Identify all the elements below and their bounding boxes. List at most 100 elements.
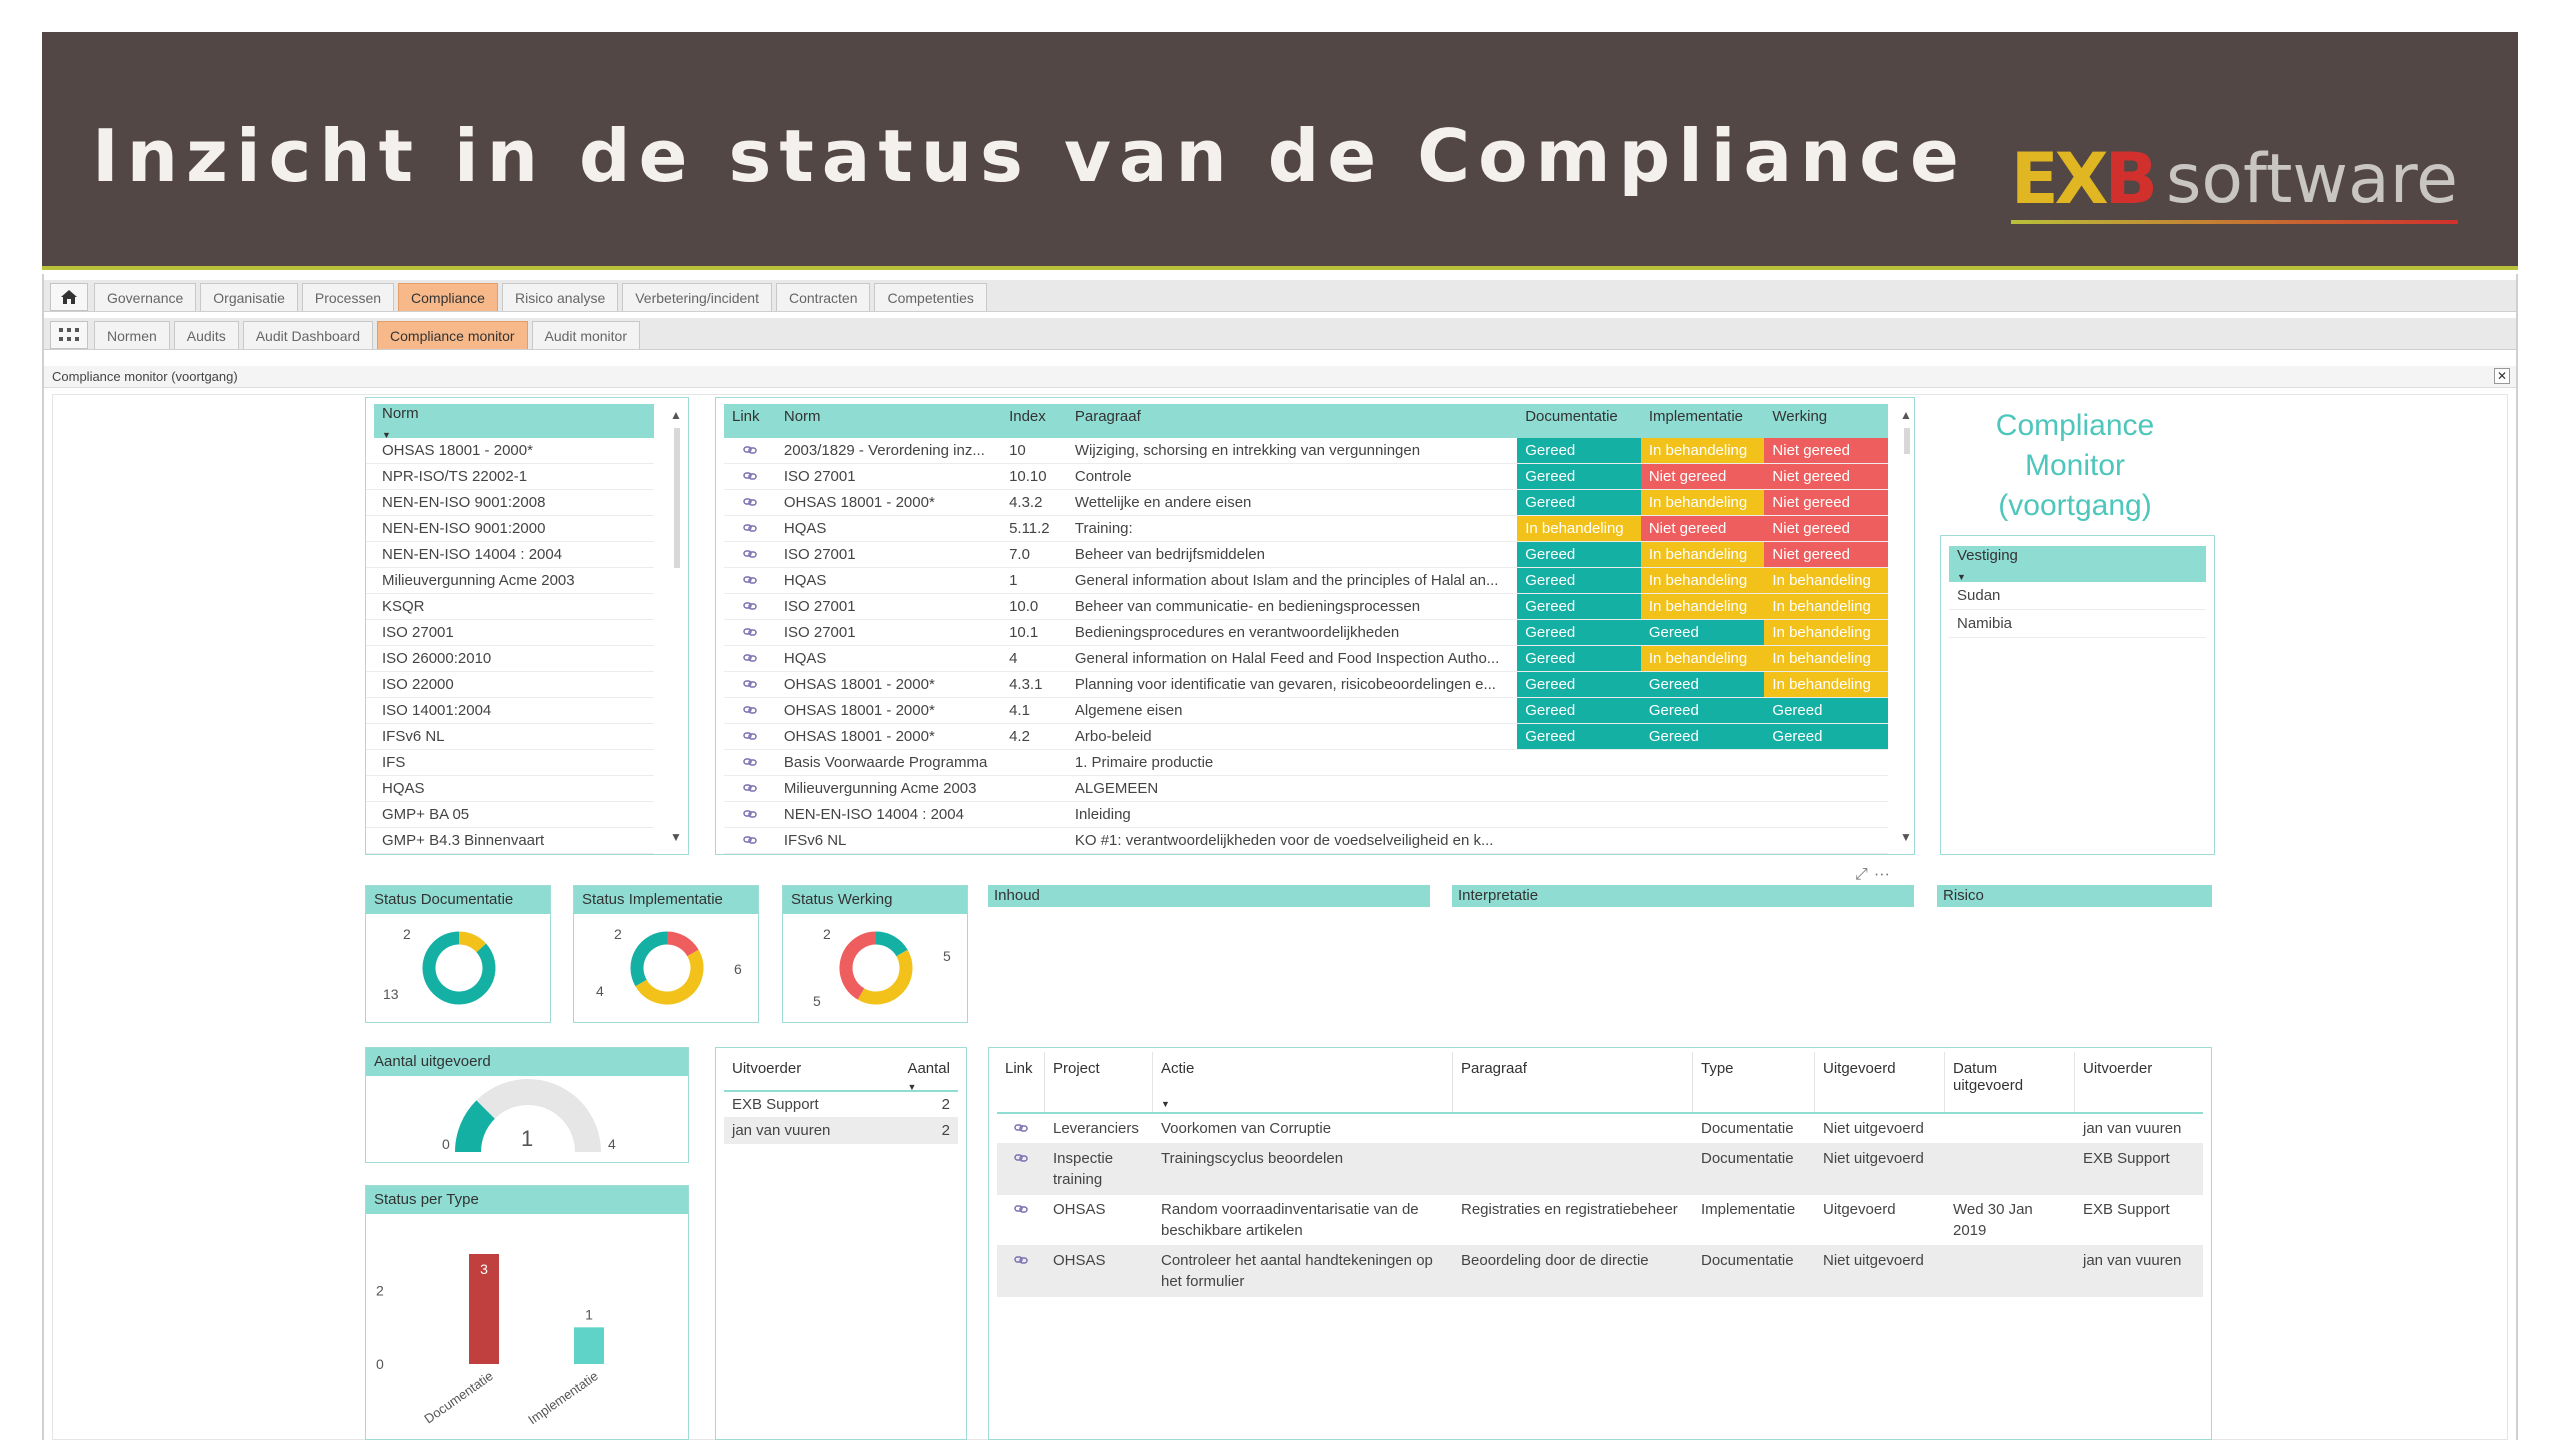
scroll-up-icon[interactable]: ▲ (670, 408, 682, 422)
scroll-thumb[interactable] (674, 428, 680, 568)
link-icon[interactable] (724, 542, 776, 567)
table-row[interactable]: Inspectie training Trainingscyclus beoord… (997, 1144, 2203, 1195)
col-link[interactable]: Link (997, 1052, 1045, 1112)
table-row[interactable]: ISO 27001 7.0 Beheer van bedrijfsmiddelen G… (724, 542, 1888, 568)
tab-competenties[interactable]: Competenties (874, 283, 987, 311)
focus-mode-icon[interactable]: ⤢ (1855, 866, 1874, 883)
table-row[interactable]: 2003/1829 - Verordening inz... 10 Wijzigin… (724, 438, 1888, 464)
table-row[interactable]: Leveranciers Voorkomen van Corruptie Docum… (997, 1114, 2203, 1144)
link-icon[interactable] (997, 1144, 1045, 1194)
donut-slice[interactable] (458, 931, 487, 953)
table-row[interactable]: HQAS 5.11.2 Training: In behandeling Niet ge… (724, 516, 1888, 542)
link-icon[interactable] (724, 568, 776, 593)
table-row[interactable]: HQAS 1 General information about Islam and… (724, 568, 1888, 594)
vestiging-item[interactable]: Sudan (1949, 582, 2206, 610)
norm-list-item[interactable]: NEN-EN-ISO 14004 : 2004 (366, 542, 654, 568)
norm-list-item[interactable]: GMP+ BA 05 (366, 802, 654, 828)
table-row[interactable]: OHSAS 18001 - 2000* 4.3.1 Planning voor id… (724, 672, 1888, 698)
link-icon[interactable] (997, 1246, 1045, 1296)
link-icon[interactable] (724, 490, 776, 515)
col-paragraaf[interactable]: Paragraaf (1453, 1052, 1693, 1112)
more-options-icon[interactable]: ⋯ (1874, 866, 1896, 883)
table-row[interactable]: HQAS 4 General information on Halal Feed a… (724, 646, 1888, 672)
norm-list-item[interactable]: OHSAS 18001 - 2000* (366, 438, 654, 464)
table-row[interactable]: Milieuvergunning Acme 2003 ALGEMEEN (724, 776, 1888, 802)
tab-processen[interactable]: Processen (301, 283, 395, 311)
col-link[interactable]: Link (724, 404, 776, 438)
link-icon[interactable] (724, 828, 776, 853)
norm-list-item[interactable]: HQAS (366, 776, 654, 802)
link-icon[interactable] (997, 1114, 1045, 1143)
donut-slice[interactable] (630, 931, 668, 987)
col-type[interactable]: Type (1693, 1052, 1815, 1112)
subtab-audit-dashboard[interactable]: Audit Dashboard (242, 321, 374, 349)
table-row[interactable]: OHSAS 18001 - 2000* 4.1 Algemene eisen Gere… (724, 698, 1888, 724)
norm-list-item[interactable]: ISO 26000:2010 (366, 646, 654, 672)
scroll-up-icon[interactable]: ▲ (1900, 408, 1912, 422)
donut-slice[interactable] (839, 931, 877, 1000)
link-icon[interactable] (724, 516, 776, 541)
subtab-audit-monitor[interactable]: Audit monitor (531, 321, 640, 349)
table-row[interactable]: OHSAS Controleer het aantal handtekeninge… (997, 1246, 2203, 1297)
col-project[interactable]: Project (1045, 1052, 1153, 1112)
norm-list-header[interactable]: Norm ▼ (374, 404, 654, 440)
uitvoerder-row[interactable]: jan van vuuren 2 (724, 1118, 958, 1144)
donut-slice[interactable] (666, 931, 699, 957)
norm-list-item[interactable]: ISO 22000 (366, 672, 654, 698)
link-icon[interactable] (724, 750, 776, 775)
donut-slice[interactable] (635, 949, 704, 1005)
col-implementatie[interactable]: Implementatie (1641, 404, 1765, 438)
norm-list-item[interactable]: NEN-EN-ISO 9001:2000 (366, 516, 654, 542)
table-row[interactable]: NEN-EN-ISO 14004 : 2004 Inleiding (724, 802, 1888, 828)
link-icon[interactable] (724, 438, 776, 463)
norm-list-item[interactable]: NPR-ISO/TS 22002-1 (366, 464, 654, 490)
norm-list-item[interactable]: NEN-EN-ISO 9001:2008 (366, 490, 654, 516)
norm-list-item[interactable]: ISO 27001 (366, 620, 654, 646)
norm-list-item[interactable]: ISO 14001:2004 (366, 698, 654, 724)
tab-compliance[interactable]: Compliance (398, 283, 498, 311)
norm-list-item[interactable]: KSQR (366, 594, 654, 620)
tab-governance[interactable]: Governance (94, 283, 197, 311)
subtab-compliance-monitor[interactable]: Compliance monitor (377, 321, 528, 349)
vestiging-item[interactable]: Namibia (1949, 610, 2206, 638)
table-row[interactable]: ISO 27001 10.0 Beheer van communicatie- en… (724, 594, 1888, 620)
tab-organisatie[interactable]: Organisatie (200, 283, 298, 311)
norm-list-item[interactable]: Milieuvergunning Acme 2003 (366, 568, 654, 594)
scroll-down-icon[interactable]: ▼ (670, 830, 682, 844)
link-icon[interactable] (724, 646, 776, 671)
grid-icon[interactable] (50, 321, 88, 349)
link-icon[interactable] (724, 802, 776, 827)
donut-slice[interactable] (857, 949, 913, 1005)
col-actie[interactable]: Actie ▼ (1153, 1052, 1453, 1112)
col-aantal[interactable]: Aantal ▼ (907, 1060, 950, 1092)
col-datum-uitgevoerd[interactable]: Datum uitgevoerd (1945, 1052, 2075, 1112)
table-row[interactable]: ISO 27001 10.1 Bedieningsprocedures en ver… (724, 620, 1888, 646)
col-uitgevoerd[interactable]: Uitgevoerd (1815, 1052, 1945, 1112)
tab-risico-analyse[interactable]: Risico analyse (501, 283, 619, 311)
scroll-down-icon[interactable]: ▼ (1900, 830, 1912, 844)
table-row[interactable]: OHSAS Random voorraadinventarisatie van d… (997, 1195, 2203, 1246)
table-row[interactable]: OHSAS 18001 - 2000* 4.2 Arbo-beleid Gereed G… (724, 724, 1888, 750)
link-icon[interactable] (724, 620, 776, 645)
col-uitvoerder[interactable]: Uitvoerder (732, 1060, 801, 1086)
col-documentatie[interactable]: Documentatie (1517, 404, 1641, 438)
col-uitvoerder[interactable]: Uitvoerder (2075, 1052, 2195, 1112)
col-paragraaf[interactable]: Paragraaf (1067, 404, 1517, 438)
bar-implementatie[interactable] (574, 1327, 604, 1364)
table-row[interactable]: ISO 27001 10.10 Controle Gereed Niet gereed N… (724, 464, 1888, 490)
norm-list-scrollbar[interactable]: ▲ ▼ (670, 408, 682, 844)
scroll-thumb[interactable] (1904, 428, 1910, 454)
link-icon[interactable] (724, 594, 776, 619)
link-icon[interactable] (724, 464, 776, 489)
link-icon[interactable] (724, 724, 776, 749)
table-row[interactable]: Basis Voorwaarde Programma 1. Primaire pr… (724, 750, 1888, 776)
norm-table-scrollbar[interactable]: ▲ ▼ (1900, 408, 1912, 844)
link-icon[interactable] (997, 1195, 1045, 1245)
status-implementatie-donut[interactable] (574, 914, 760, 1022)
norm-list-item[interactable]: IFSv6 NL (366, 724, 654, 750)
tab-contracten[interactable]: Contracten (776, 283, 871, 311)
col-index[interactable]: Index (1001, 404, 1067, 438)
table-row[interactable]: OHSAS 18001 - 2000* 4.3.2 Wettelijke en an… (724, 490, 1888, 516)
status-documentatie-donut[interactable] (366, 914, 552, 1022)
close-icon[interactable]: ✕ (2494, 368, 2510, 384)
